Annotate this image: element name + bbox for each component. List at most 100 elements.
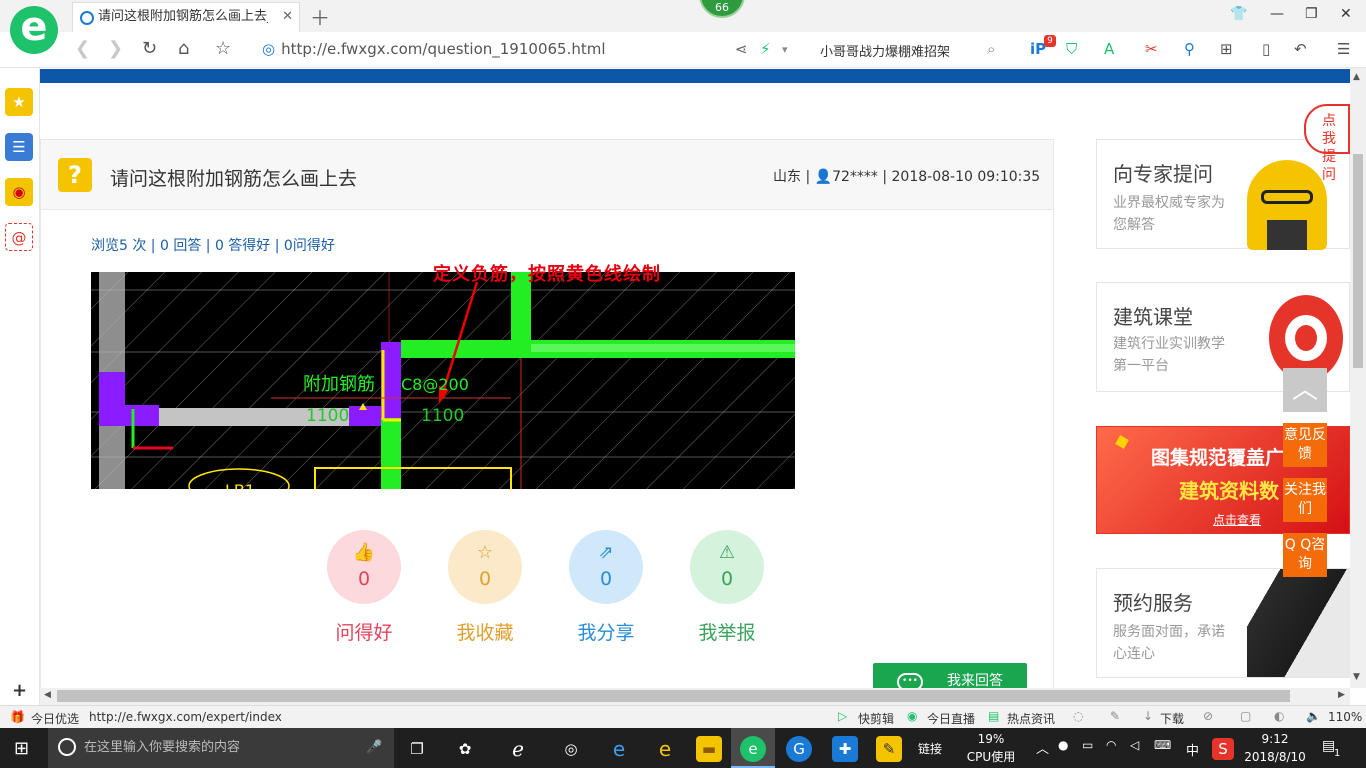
battery-icon[interactable]: ▭ — [1082, 738, 1093, 752]
chat-bubble-icon: ••• — [897, 673, 923, 689]
reading-list-icon[interactable]: ☰ — [5, 133, 33, 161]
download-icon: ↓ — [1143, 709, 1154, 723]
edge-icon[interactable]: e — [606, 736, 632, 762]
speed-icon[interactable]: ◌ — [1073, 709, 1083, 723]
cad-annotation: 定义负筋，按照黄色线绘制 — [433, 264, 661, 285]
feedback-button[interactable]: 意见反馈 — [1283, 423, 1327, 467]
weibo-icon[interactable]: ◉ — [5, 178, 33, 206]
minimize-icon[interactable]: — — [1270, 6, 1284, 22]
notes-app-icon[interactable]: ✎ — [876, 736, 902, 762]
restore-icon[interactable]: ❐ — [1305, 6, 1318, 22]
home-icon[interactable]: ⌂ — [178, 38, 189, 59]
question-mark-icon: ? — [58, 158, 92, 192]
follow-button[interactable]: 关注我们 — [1283, 478, 1327, 522]
undo-icon[interactable]: ↶ — [1294, 40, 1307, 58]
ask-corner-badge[interactable]: 点我提问 — [1304, 104, 1350, 183]
back-to-top-icon[interactable]: ︿ — [1283, 368, 1327, 412]
back-icon[interactable]: ❮ — [75, 38, 90, 59]
answer-button[interactable]: ••• 我来回答 — [873, 663, 1027, 689]
g-app-icon[interactable]: G — [786, 736, 812, 762]
bookmark-star-icon[interactable]: ☆ — [215, 38, 231, 59]
links-label[interactable]: 链接 — [918, 740, 942, 757]
zoom-level[interactable]: 110% — [1328, 710, 1362, 724]
microphone-icon[interactable]: 🎤 — [366, 728, 382, 768]
search-icon[interactable]: ⌕ — [987, 40, 995, 58]
task-view-icon[interactable]: ❐ — [404, 736, 430, 762]
horizontal-scroll-thumb[interactable] — [57, 690, 1290, 702]
action-button-2[interactable]: ⇗ 0 — [569, 530, 643, 604]
action-label[interactable]: 我收藏 — [440, 618, 530, 645]
browser-taskbar-icon[interactable]: e — [740, 736, 766, 762]
quick-edit[interactable]: 快剪辑 — [858, 710, 894, 727]
clock-date[interactable]: 2018/8/10 — [1240, 750, 1310, 764]
shield-icon[interactable]: ⛉ — [1066, 40, 1077, 58]
action-label[interactable]: 我分享 — [561, 618, 651, 645]
today-picks[interactable]: 今日优选 — [31, 710, 79, 727]
volume-tray-icon[interactable]: ◁ — [1130, 738, 1139, 752]
file-explorer-icon[interactable]: ▬ — [696, 736, 722, 762]
action-button-1[interactable]: ☆ 0 — [448, 530, 522, 604]
magnifier-icon[interactable]: ⚲ — [1184, 40, 1195, 58]
close-window-icon[interactable]: ✕ — [1340, 6, 1352, 22]
pinwheel-app-icon[interactable]: ✿ — [452, 736, 478, 762]
clock-time[interactable]: 9:12 — [1240, 732, 1310, 746]
share-icon[interactable]: ⋖ — [735, 40, 748, 58]
mail-icon[interactable]: @ — [5, 223, 33, 251]
cad-drawing-image[interactable]: 附加钢筋 C8@200 1100 1100 LB1 — [91, 272, 795, 489]
scroll-up-icon[interactable]: ▲ — [1353, 72, 1360, 82]
url-field[interactable]: ◎ http://e.fwxgx.com/question_1910065.htm… — [262, 40, 606, 58]
downloads[interactable]: 下载 — [1160, 710, 1184, 727]
volume-icon[interactable]: 🔈 — [1306, 709, 1321, 723]
search-input[interactable]: 小哥哥战力爆棚难招架 — [820, 41, 950, 60]
scroll-down-icon[interactable]: ▼ — [1353, 672, 1360, 682]
clean-icon[interactable]: ⊘ — [1203, 709, 1213, 723]
window-icon[interactable]: ▢ — [1240, 709, 1251, 723]
sogou-icon[interactable]: S — [1212, 738, 1234, 760]
favorites-icon[interactable]: ★ — [5, 88, 33, 116]
question-meta: 山东 | 👤72**** | 2018-08-10 09:10:35 — [773, 169, 1041, 185]
shirt-icon[interactable]: 👕 — [1230, 6, 1247, 22]
chevron-up-icon[interactable]: ︿ — [1036, 738, 1049, 757]
action-button-0[interactable]: 👍 0 — [327, 530, 401, 604]
ask-expert-title: 向专家提问 — [1113, 162, 1213, 186]
scroll-left-icon[interactable]: ◀ — [44, 690, 51, 700]
browser-tab[interactable]: 请问这根附加钢筋怎么画上去_广 ✕ — [72, 2, 300, 32]
today-live[interactable]: 今日直播 — [927, 710, 975, 727]
banner-cta[interactable]: 点击查看 — [1213, 511, 1261, 528]
hot-news[interactable]: 热点资讯 — [1007, 710, 1055, 727]
wifi-icon[interactable]: ◠ — [1106, 738, 1116, 752]
tab-close-icon[interactable]: ✕ — [282, 3, 293, 31]
tablet-icon[interactable]: ▯ — [1262, 40, 1270, 58]
qq-button[interactable]: Q Q咨询 — [1283, 533, 1327, 577]
bolt-icon[interactable]: ⚡ — [760, 40, 771, 58]
ie-browser-icon[interactable]: ℯ — [505, 736, 531, 762]
action-label[interactable]: 我举报 — [682, 618, 772, 645]
ime-indicator[interactable]: 中 — [1186, 740, 1199, 759]
tray-user-icon[interactable]: ● — [1058, 738, 1068, 752]
refresh-icon[interactable]: ↻ — [142, 38, 157, 59]
spiral-app-icon[interactable]: ◎ — [558, 736, 584, 762]
menu-icon[interactable]: ☰ — [1337, 40, 1350, 58]
action-label[interactable]: 问得好 — [319, 618, 409, 645]
taskbar-search[interactable]: 在这里输入你要搜索的内容 🎤 — [48, 728, 394, 768]
username[interactable]: 72**** — [832, 169, 878, 185]
new-tab-icon[interactable]: ＋ — [310, 2, 330, 31]
scroll-right-icon[interactable]: ▶ — [1338, 690, 1345, 700]
appointment-card[interactable]: 预约服务 服务面对面，承诺心连心 — [1096, 568, 1351, 678]
ask-expert-card[interactable]: 向专家提问 业界最权威专家为您解答 — [1096, 139, 1350, 250]
pin-icon[interactable]: ✎ — [1110, 709, 1120, 723]
apps-grid-icon[interactable]: ⊞ — [1220, 40, 1233, 58]
windows-start-icon[interactable]: ⊞ — [14, 738, 29, 759]
scissors-icon[interactable]: ✂ — [1145, 40, 1158, 58]
add-sidebar-icon[interactable]: + — [12, 680, 27, 701]
cross-app-icon[interactable]: ✚ — [832, 736, 858, 762]
forward-icon[interactable]: ❯ — [108, 38, 123, 59]
ie-icon[interactable]: e — [652, 736, 678, 762]
toggle-icon[interactable]: ◐ — [1274, 709, 1284, 723]
vertical-scroll-thumb[interactable] — [1353, 154, 1363, 368]
chevron-down-icon[interactable]: ▾ — [782, 43, 788, 56]
browser-logo-icon[interactable]: e — [10, 6, 58, 54]
action-button-3[interactable]: ⚠ 0 — [690, 530, 764, 604]
translate-icon[interactable]: A — [1104, 40, 1114, 58]
keyboard-icon[interactable]: ⌨ — [1154, 738, 1171, 752]
